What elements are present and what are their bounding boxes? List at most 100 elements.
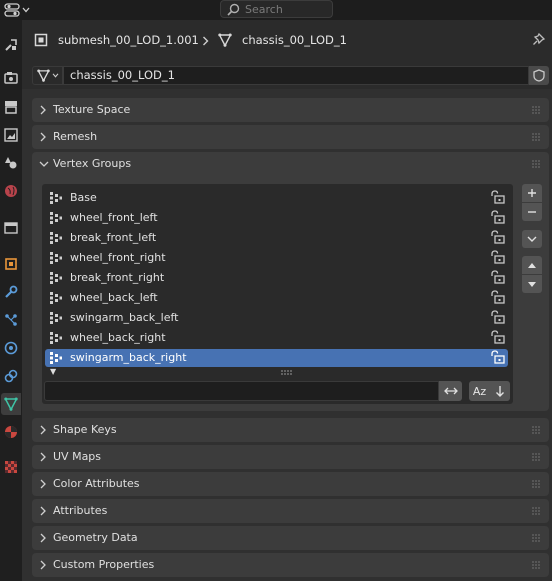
tab-object[interactable] (1, 253, 21, 275)
tab-collection[interactable] (1, 217, 21, 239)
unlock-icon[interactable] (490, 310, 506, 324)
pin-icon[interactable] (532, 32, 546, 46)
arrow-down-icon (495, 385, 505, 397)
remove-vertex-group-button[interactable] (522, 203, 542, 221)
properties-tab-column (0, 20, 22, 581)
list-resize-handle[interactable] (281, 370, 293, 376)
vertex-group-icon (49, 271, 63, 285)
panel-title: Vertex Groups (53, 157, 132, 170)
unlock-icon[interactable] (490, 190, 506, 204)
tab-view-layer[interactable] (1, 124, 21, 146)
chevron-down-icon (527, 236, 537, 242)
tab-material[interactable] (1, 421, 21, 443)
drag-handle-icon[interactable] (532, 561, 542, 569)
tab-tool[interactable] (1, 34, 21, 56)
sort-reverse-button[interactable] (490, 381, 510, 401)
vertex-group-specials-button[interactable] (522, 230, 542, 248)
panel-title: Attributes (53, 504, 108, 517)
list-item[interactable]: break_front_right (45, 269, 508, 287)
move-up-button[interactable] (522, 256, 542, 274)
unlock-icon[interactable] (490, 330, 506, 344)
move-down-button[interactable] (522, 275, 542, 293)
fake-user-button[interactable] (529, 66, 549, 85)
physics-icon (4, 341, 18, 355)
unlock-icon[interactable] (490, 230, 506, 244)
list-item[interactable]: wheel_back_left (45, 289, 508, 307)
drag-handle-icon[interactable] (532, 534, 542, 542)
add-vertex-group-button[interactable] (522, 184, 542, 202)
vertex-group-name: swingarm_back_right (70, 351, 187, 364)
tab-render[interactable] (1, 67, 21, 89)
panel-texture-space[interactable]: Texture Space (32, 98, 549, 122)
drag-handle-icon[interactable] (532, 106, 542, 114)
vertex-group-name: wheel_front_left (70, 211, 158, 224)
drag-handle-icon[interactable] (532, 507, 542, 515)
tab-mesh-data[interactable] (1, 393, 21, 415)
list-item[interactable]: wheel_back_right (45, 329, 508, 347)
vertex-group-icon (49, 251, 63, 265)
wrench-icon (4, 285, 18, 299)
unlock-icon[interactable] (490, 270, 506, 284)
mesh-data-icon (218, 33, 232, 47)
panel-geometry-data[interactable]: Geometry Data (32, 526, 549, 550)
list-item[interactable]: swingarm_back_left (45, 309, 508, 327)
panel-remesh[interactable]: Remesh (32, 125, 549, 149)
list-item[interactable]: wheel_front_left (45, 209, 508, 227)
filter-options-toggle[interactable]: ▼ (50, 368, 56, 376)
vertex-groups-header[interactable]: Vertex Groups (32, 152, 549, 176)
world-icon (4, 184, 18, 198)
drag-handle-icon[interactable] (532, 426, 542, 434)
unlock-icon[interactable] (490, 250, 506, 264)
vertex-group-name: wheel_front_right (70, 251, 166, 264)
vertex-group-name: wheel_back_left (70, 291, 158, 304)
unlock-icon[interactable] (490, 350, 506, 364)
panel-custom-properties[interactable]: Custom Properties (32, 553, 549, 577)
filter-input[interactable] (44, 381, 439, 401)
editor-type-button[interactable] (4, 1, 34, 18)
tab-modifiers[interactable] (1, 281, 21, 303)
vertex-group-icon (49, 311, 63, 325)
list-item-selected[interactable]: swingarm_back_right (45, 349, 508, 367)
drag-handle-icon[interactable] (532, 133, 542, 141)
vertex-group-name: swingarm_back_left (70, 311, 179, 324)
search-field[interactable]: Search (220, 0, 333, 18)
tab-texture[interactable] (1, 456, 21, 478)
datablock-name-field[interactable]: chassis_00_LOD_1 (63, 66, 529, 85)
object-icon (4, 257, 18, 271)
drag-handle-icon[interactable] (532, 453, 542, 461)
particles-icon (4, 313, 18, 327)
unlock-icon[interactable] (490, 210, 506, 224)
tab-particles[interactable] (1, 309, 21, 331)
panel-attributes[interactable]: Attributes (32, 499, 549, 523)
vertex-group-name: break_front_right (70, 271, 165, 284)
object-icon (34, 33, 48, 47)
tab-scene[interactable] (1, 152, 21, 174)
panel-title: Custom Properties (53, 558, 155, 571)
chevron-right-icon (40, 452, 46, 462)
tab-physics[interactable] (1, 337, 21, 359)
list-item[interactable]: wheel_front_right (45, 249, 508, 267)
panel-color-attributes[interactable]: Color Attributes (32, 472, 549, 496)
texture-icon (4, 460, 18, 474)
datablock-browse-button[interactable] (32, 66, 63, 85)
chevron-right-icon (40, 425, 46, 435)
drag-handle-icon[interactable] (532, 480, 542, 488)
chevron-right-icon (40, 560, 46, 570)
tab-constraints[interactable] (1, 365, 21, 387)
list-item[interactable]: Base (45, 189, 508, 207)
tab-output[interactable] (1, 96, 21, 118)
panel-shape-keys[interactable]: Shape Keys (32, 418, 549, 442)
unlock-icon[interactable] (490, 290, 506, 304)
sort-alphabetical-button[interactable]: Az (469, 381, 490, 401)
drag-handle-icon[interactable] (532, 160, 542, 168)
invert-filter-button[interactable] (439, 381, 462, 401)
vertex-group-icon (49, 231, 63, 245)
breadcrumb-chevron-icon (202, 36, 209, 46)
vertex-group-icon (49, 331, 63, 345)
panel-title: Geometry Data (53, 531, 138, 544)
tab-world[interactable] (1, 180, 21, 202)
panel-title: UV Maps (53, 450, 102, 463)
panel-uv-maps[interactable]: UV Maps (32, 445, 549, 469)
list-item[interactable]: break_front_left (45, 229, 508, 247)
vertex-group-name: break_front_left (70, 231, 157, 244)
